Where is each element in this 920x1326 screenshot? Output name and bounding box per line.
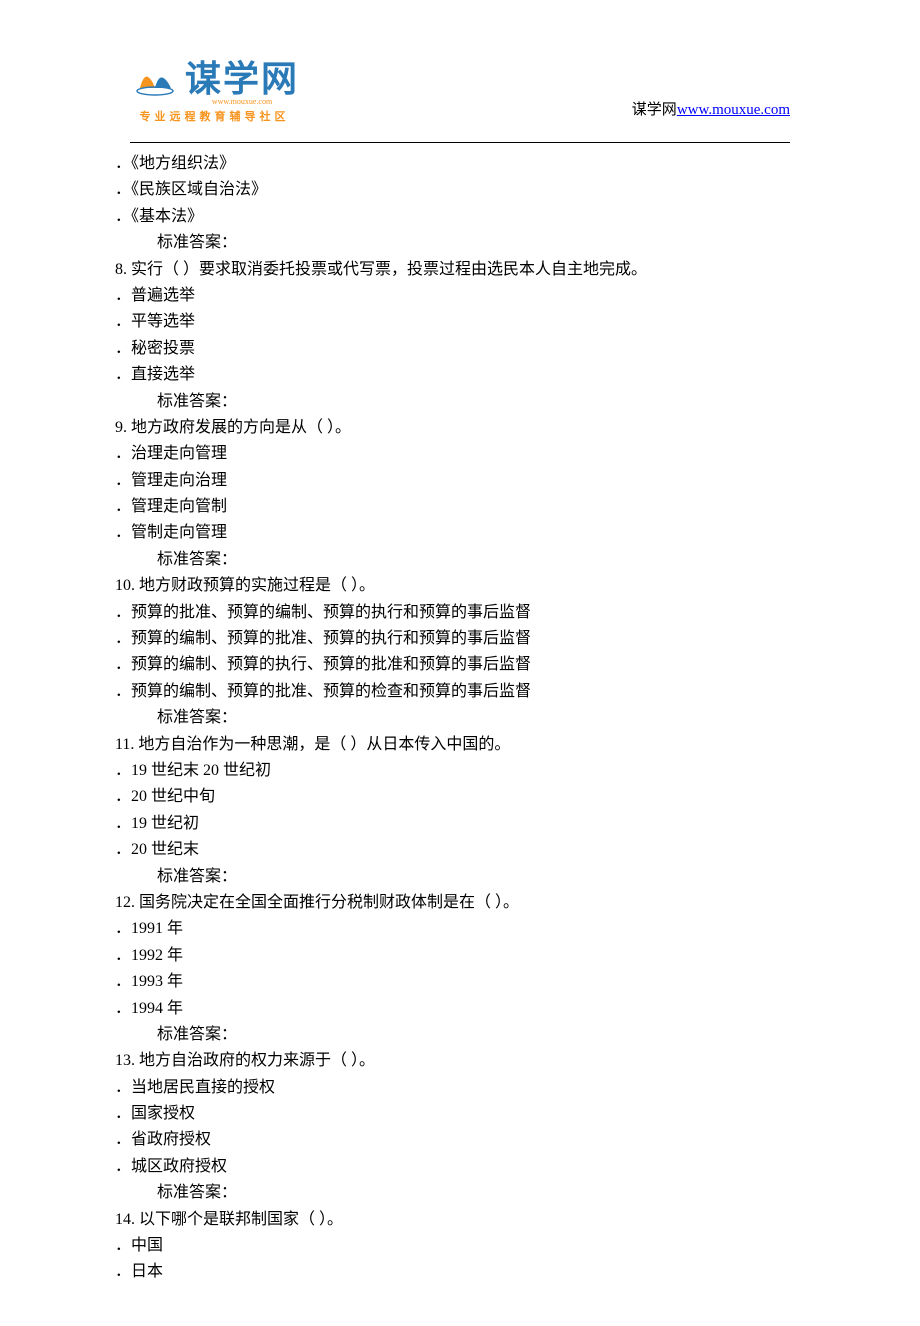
logo-icon [130,58,180,98]
option: ．省政府授权 [115,1127,790,1153]
answer-label: 标准答案： [115,705,790,731]
logo: 谋学网 www.mouxue.com [130,50,299,106]
question-text: 11. 地方自治作为一种思潮，是（ ）从日本传入中国的。 [115,732,790,758]
option: ．直接选举 [115,362,790,388]
option: ．中国 [115,1233,790,1259]
question-text: 10. 地方财政预算的实施过程是（ ）。 [115,573,790,599]
option: ．19 世纪末 20 世纪初 [115,758,790,784]
logo-main-text: 谋学网 [185,50,299,102]
option: ．预算的编制、预算的批准、预算的执行和预算的事后监督 [115,626,790,652]
option: ．当地居民直接的授权 [115,1075,790,1101]
option: ．1993 年 [115,969,790,995]
option: ．治理走向管理 [115,441,790,467]
page-header: 谋学网 www.mouxue.com 专业远程教育辅导社区 谋学网www.mou… [0,0,920,134]
logo-text-wrap: 谋学网 www.mouxue.com [185,50,299,106]
answer-label: 标准答案： [115,389,790,415]
answer-label: 标准答案： [115,1022,790,1048]
question-text: 8. 实行（ ）要求取消委托投票或代写票，投票过程由选民本人自主地完成。 [115,257,790,283]
question-text: 12. 国务院决定在全国全面推行分税制财政体制是在（ ）。 [115,890,790,916]
option: ．1994 年 [115,996,790,1022]
option: ．日本 [115,1259,790,1285]
site-link[interactable]: www.mouxue.com [677,102,790,118]
option: ．管理走向管制 [115,494,790,520]
pre-option: ．《地方组织法》 [115,151,790,177]
option: ．预算的编制、预算的执行、预算的批准和预算的事后监督 [115,652,790,678]
question-text: 14. 以下哪个是联邦制国家（ ）。 [115,1207,790,1233]
answer-label: 标准答案： [115,547,790,573]
option: ．城区政府授权 [115,1154,790,1180]
answer-label: 标准答案： [115,230,790,256]
pre-option: ．《基本法》 [115,204,790,230]
option: ．管制走向管理 [115,520,790,546]
option: ．国家授权 [115,1101,790,1127]
pre-option: ．《民族区域自治法》 [115,177,790,203]
document-content: ．《地方组织法》 ．《民族区域自治法》 ．《基本法》 标准答案： 8. 实行（ … [0,143,920,1326]
option: ．1991 年 [115,916,790,942]
option: ．秘密投票 [115,336,790,362]
option: ．平等选举 [115,309,790,335]
option: ．预算的编制、预算的批准、预算的检查和预算的事后监督 [115,679,790,705]
option: ．19 世纪初 [115,811,790,837]
answer-label: 标准答案： [115,864,790,890]
option: ．20 世纪中旬 [115,784,790,810]
logo-subtitle: 专业远程教育辅导社区 [140,108,290,124]
question-text: 9. 地方政府发展的方向是从（ ）。 [115,415,790,441]
option: ．1992 年 [115,943,790,969]
option: ．20 世纪末 [115,837,790,863]
question-text: 13. 地方自治政府的权力来源于（ ）。 [115,1048,790,1074]
logo-area: 谋学网 www.mouxue.com 专业远程教育辅导社区 [130,50,299,124]
answer-label: 标准答案： [115,1180,790,1206]
site-info: 谋学网www.mouxue.com [632,98,790,124]
option: ．预算的批准、预算的编制、预算的执行和预算的事后监督 [115,600,790,626]
site-label: 谋学网 [632,102,677,118]
option: ．管理走向治理 [115,468,790,494]
option: ．普遍选举 [115,283,790,309]
